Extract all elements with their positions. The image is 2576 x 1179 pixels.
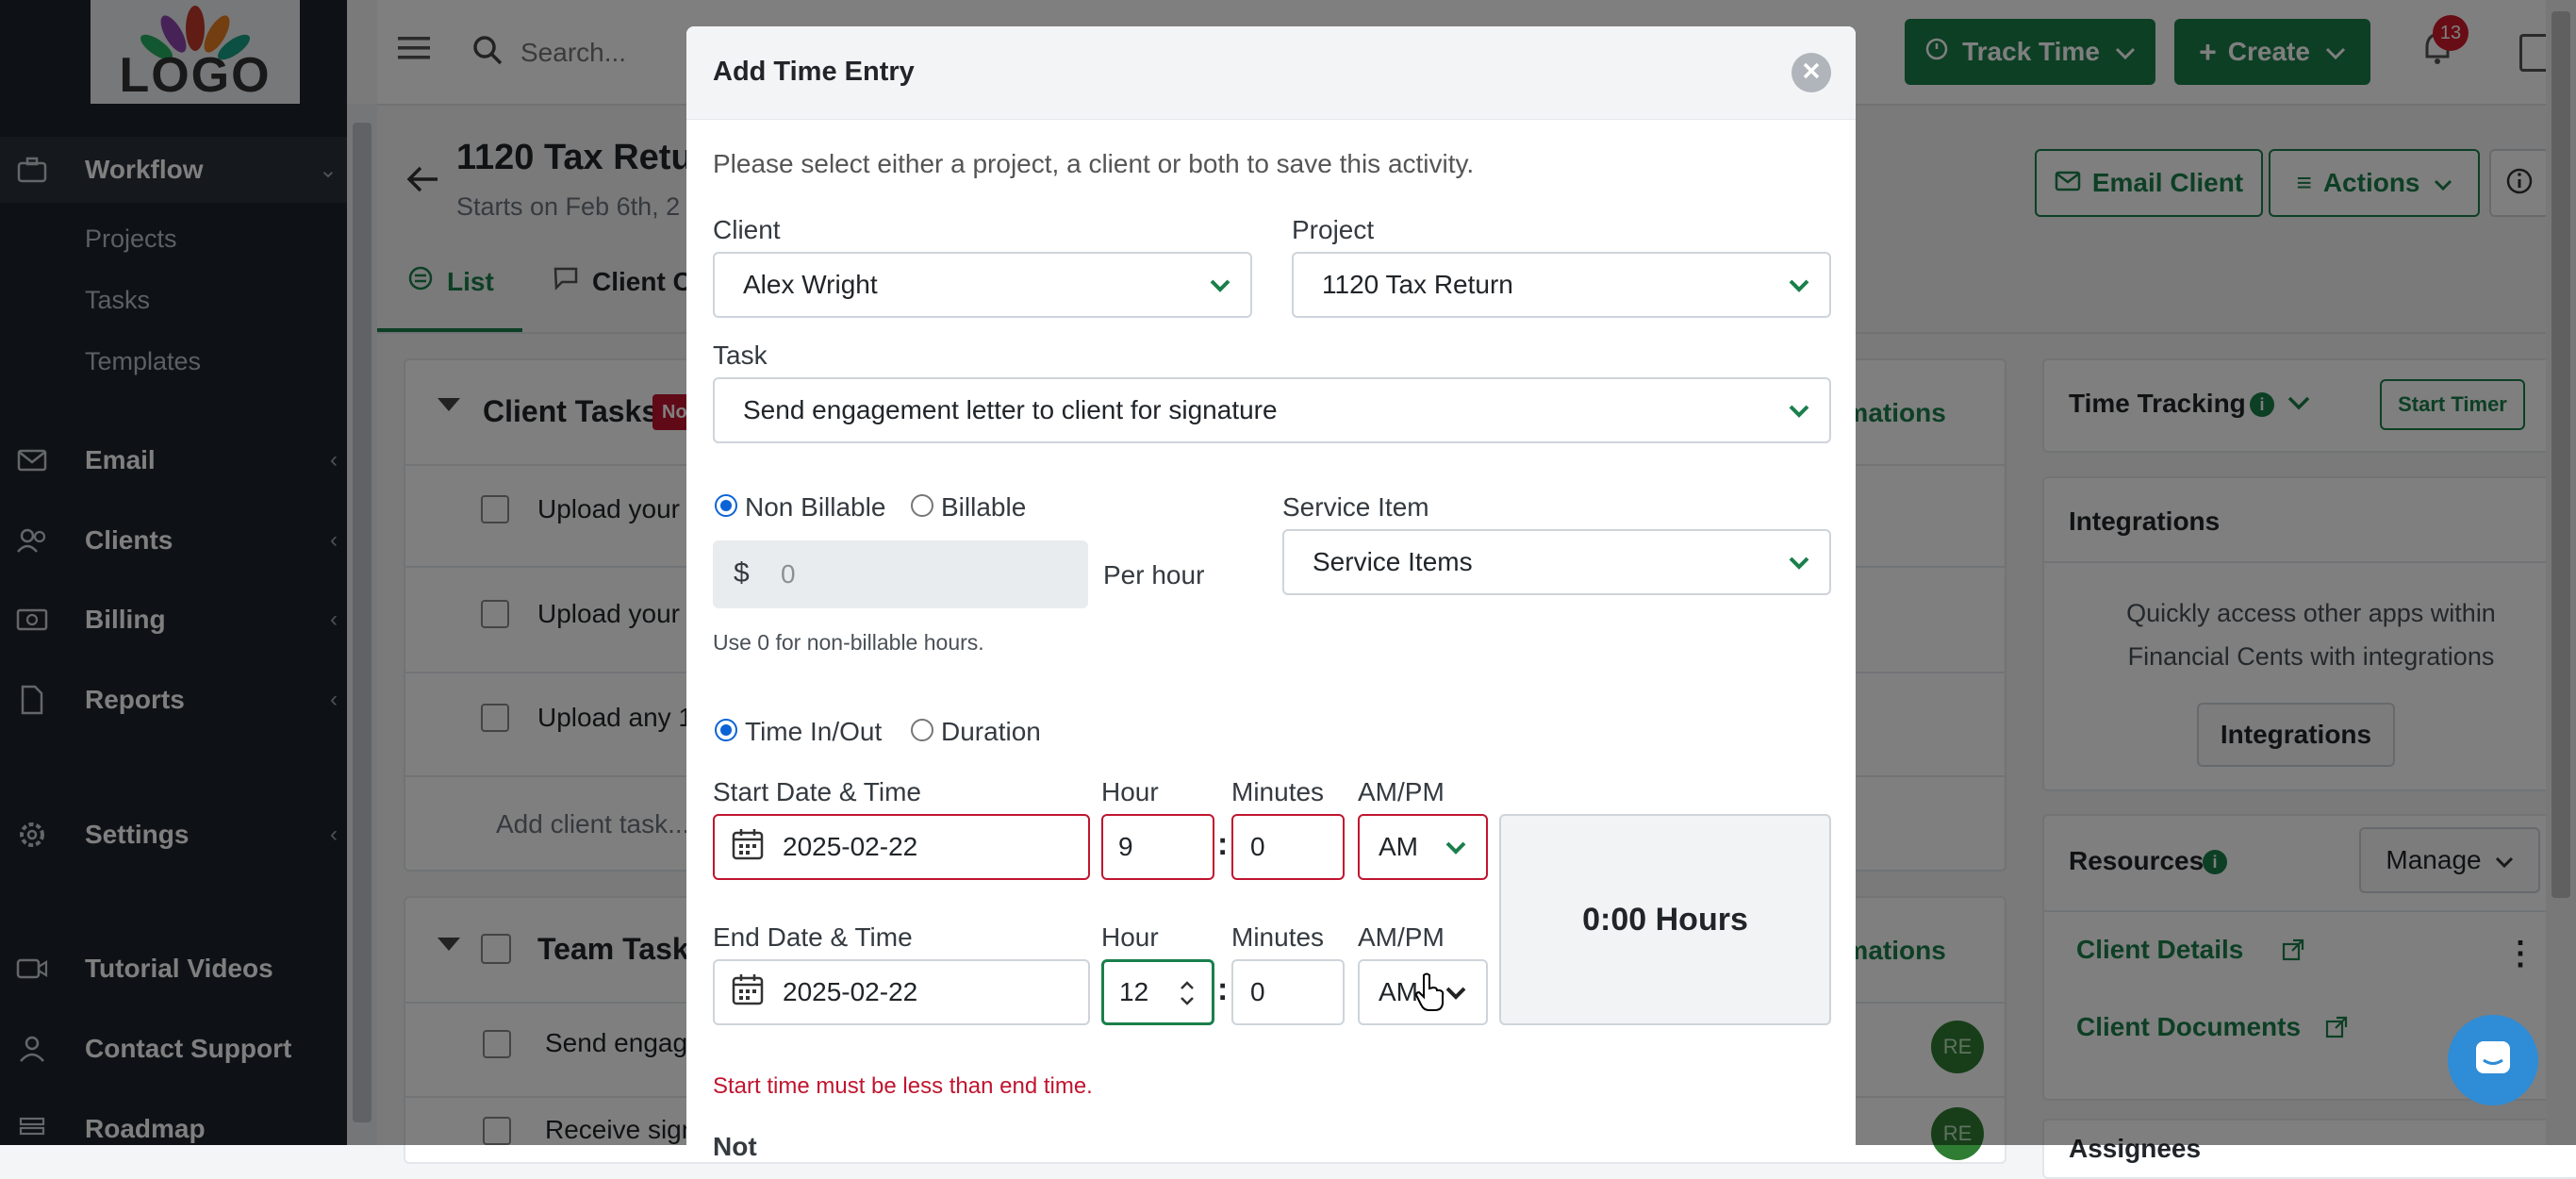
- end-minutes-label: Minutes: [1231, 922, 1325, 952]
- chevron-down-icon: [1445, 832, 1467, 862]
- start-minutes-label: Minutes: [1231, 777, 1325, 806]
- client-label: Client: [713, 215, 781, 244]
- service-item-select[interactable]: Service Items: [1282, 529, 1831, 595]
- rate-input-group[interactable]: $ 0: [713, 540, 1088, 608]
- end-hour-input[interactable]: 12: [1101, 959, 1214, 1025]
- billable-radio[interactable]: [911, 494, 933, 517]
- per-hour-label: Per hour: [1103, 560, 1205, 590]
- non-billable-label[interactable]: Non Billable: [745, 492, 885, 523]
- chevron-down-icon: [1788, 395, 1810, 425]
- end-hour-value: 12: [1119, 977, 1149, 1006]
- service-item-value: Service Items: [1313, 547, 1473, 576]
- client-value: Alex Wright: [743, 270, 878, 299]
- calendar-icon: [732, 973, 764, 1012]
- start-hour-input[interactable]: 9: [1101, 814, 1214, 880]
- chevron-down-icon: [1788, 270, 1810, 300]
- billable-label[interactable]: Billable: [941, 492, 1026, 523]
- start-date-value: 2025-02-22: [783, 832, 918, 861]
- add-time-entry-modal: Add Time Entry Please select either a pr…: [686, 26, 1856, 1158]
- start-ampm-select[interactable]: AM: [1358, 814, 1488, 880]
- error-message: Start time must be less than end time.: [713, 1073, 1093, 1099]
- end-ampm-label: AM/PM: [1358, 922, 1445, 952]
- end-date-value: 2025-02-22: [783, 977, 918, 1006]
- time-in-out-label[interactable]: Time In/Out: [745, 717, 882, 747]
- task-select[interactable]: Send engagement letter to client for sig…: [713, 377, 1831, 443]
- notes-label: Not: [713, 1132, 757, 1158]
- chevron-down-icon: [1445, 977, 1467, 1007]
- project-label: Project: [1292, 215, 1375, 244]
- total-hours-display: 0:00 Hours: [1499, 814, 1831, 1025]
- close-button[interactable]: [1792, 53, 1831, 92]
- time-colon: :: [1217, 826, 1229, 862]
- client-select[interactable]: Alex Wright: [713, 252, 1252, 318]
- start-hour-value: 9: [1118, 832, 1133, 861]
- rate-hint: Use 0 for non-billable hours.: [713, 630, 984, 655]
- start-date-input[interactable]: 2025-02-22: [713, 814, 1090, 880]
- chat-launcher-button[interactable]: [2448, 1015, 2538, 1105]
- rate-input[interactable]: 0: [781, 559, 796, 590]
- non-billable-radio[interactable]: [715, 494, 737, 517]
- instruction-text: Please select either a project, a client…: [713, 149, 1475, 178]
- project-select[interactable]: 1120 Tax Return: [1292, 252, 1831, 318]
- spinner-icon: [1180, 979, 1195, 1014]
- end-minutes-value: 0: [1250, 977, 1265, 1006]
- start-minutes-input[interactable]: 0: [1231, 814, 1345, 880]
- calendar-icon: [732, 828, 764, 867]
- modal-title: Add Time Entry: [713, 57, 915, 87]
- close-icon: [1803, 62, 1820, 84]
- chevron-down-icon: [1209, 270, 1231, 300]
- end-ampm-value: AM: [1379, 977, 1418, 1006]
- end-hour-label: Hour: [1101, 922, 1159, 952]
- hand-cursor-icon: [1414, 971, 1446, 1018]
- time-in-out-radio[interactable]: [715, 719, 737, 741]
- task-value: Send engagement letter to client for sig…: [743, 395, 1278, 424]
- end-minutes-input[interactable]: 0: [1231, 959, 1345, 1025]
- duration-radio[interactable]: [911, 719, 933, 741]
- modal-header: Add Time Entry: [686, 26, 1856, 120]
- service-item-label: Service Item: [1282, 492, 1429, 522]
- chat-icon: [2472, 1038, 2514, 1084]
- start-ampm-label: AM/PM: [1358, 777, 1445, 806]
- start-ampm-value: AM: [1379, 832, 1418, 861]
- task-label: Task: [713, 340, 768, 370]
- chevron-down-icon: [1788, 547, 1810, 577]
- duration-label[interactable]: Duration: [941, 717, 1041, 747]
- start-hour-label: Hour: [1101, 777, 1159, 806]
- start-datetime-label: Start Date & Time: [713, 777, 921, 806]
- project-value: 1120 Tax Return: [1322, 270, 1513, 299]
- end-datetime-label: End Date & Time: [713, 922, 913, 952]
- dollar-prefix: $: [734, 557, 750, 589]
- start-minutes-value: 0: [1250, 832, 1265, 861]
- time-colon: :: [1217, 971, 1229, 1007]
- end-date-input[interactable]: 2025-02-22: [713, 959, 1090, 1025]
